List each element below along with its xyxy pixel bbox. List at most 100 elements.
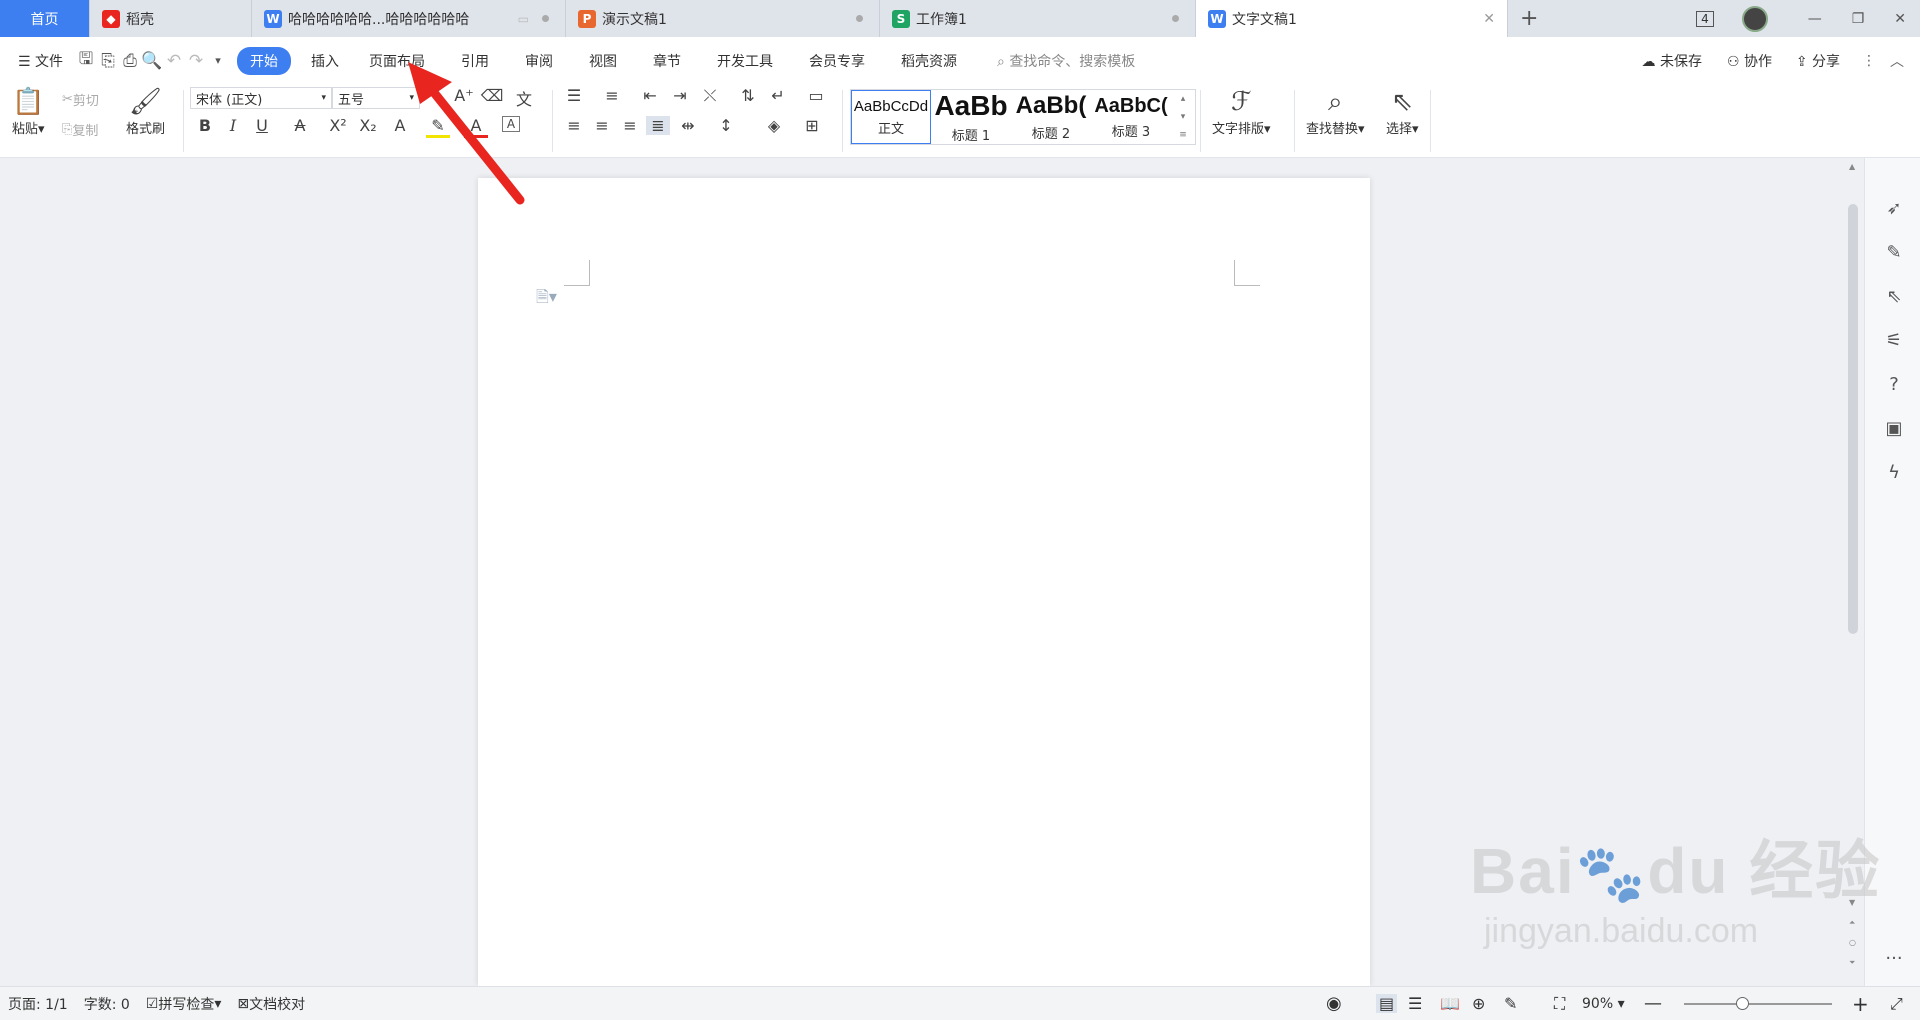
file-menu[interactable]: ☰ 文件 xyxy=(0,51,75,71)
tab-start[interactable]: 开始 xyxy=(237,46,292,75)
paragraph-layout-icon[interactable]: 🗎▾ xyxy=(536,286,557,313)
shading-icon[interactable]: ◈ xyxy=(762,116,786,135)
style-heading-2[interactable]: AaBb( 标题 2 xyxy=(1011,90,1091,144)
font-name-select[interactable]: 宋体 (正文) ▾ xyxy=(190,87,332,109)
tab-docer[interactable]: ◆ 稻壳 xyxy=(90,0,252,37)
tab-text-document[interactable]: W 文字文稿1 ✕ xyxy=(1196,0,1508,37)
bullet-list-icon[interactable]: ☰ xyxy=(562,86,586,105)
font-color-icon[interactable]: A xyxy=(464,116,488,138)
lightning-icon[interactable]: ϟ xyxy=(1883,462,1905,484)
strikethrough-icon[interactable]: A xyxy=(288,116,312,135)
pointer-icon[interactable]: ⇖ xyxy=(1883,286,1905,308)
tab-developer[interactable]: 开发工具 xyxy=(699,51,791,71)
tab-counter[interactable]: 4 xyxy=(1696,10,1714,27)
vertical-scrollbar[interactable]: ▲ ▼ ⏶ ○ ⏷ xyxy=(1846,158,1860,986)
tab-review[interactable]: 审阅 xyxy=(507,51,571,71)
tab-docer-resources[interactable]: 稻壳资源 xyxy=(883,51,975,71)
zoom-slider-handle[interactable] xyxy=(1736,997,1749,1010)
outline-view-icon[interactable]: ☰ xyxy=(1408,994,1422,1013)
chinese-layout-icon[interactable]: ⤬ xyxy=(698,86,722,106)
borders-icon[interactable]: ⊞ xyxy=(800,116,824,135)
paste-button[interactable]: 📋 粘贴▾ xyxy=(12,86,45,137)
save-icon[interactable]: 🖫 xyxy=(75,49,97,72)
tab-insert[interactable]: 插入 xyxy=(299,51,351,71)
font-size-select[interactable]: 五号 ▾ xyxy=(332,87,420,109)
word-count[interactable]: 字数: 0 xyxy=(84,994,130,1014)
increase-indent-icon[interactable]: ⇥ xyxy=(668,86,692,105)
align-left-icon[interactable]: ≡ xyxy=(562,116,586,135)
sliders-icon[interactable]: ⚟ xyxy=(1883,330,1905,352)
ruler-icon[interactable]: ▭ xyxy=(804,86,828,105)
tab-home[interactable]: 首页 xyxy=(0,0,90,37)
rocket-icon[interactable]: ➶ xyxy=(1883,198,1905,220)
char-border-icon[interactable]: A xyxy=(502,116,520,132)
more-icon[interactable]: ⋮ xyxy=(1862,53,1876,69)
zoom-out-icon[interactable]: — xyxy=(1644,993,1662,1014)
text-effect-icon[interactable]: A xyxy=(388,116,412,135)
copy-button[interactable]: ⎘ 复制 xyxy=(62,120,98,139)
bold-icon[interactable]: B xyxy=(193,116,217,135)
page-view-icon[interactable]: ▤ xyxy=(1376,994,1398,1013)
zoom-in-icon[interactable]: + xyxy=(1852,992,1869,1016)
distribute-icon[interactable]: ⇹ xyxy=(676,116,700,135)
web-view-icon[interactable]: ⊕ xyxy=(1472,994,1485,1013)
tab-spreadsheet[interactable]: S 工作簿1 xyxy=(880,0,1196,37)
redo-icon[interactable]: ↷ xyxy=(185,50,207,72)
share-button[interactable]: ⇪ 分享 xyxy=(1796,51,1840,71)
eraser-icon[interactable]: ⌫ xyxy=(480,86,504,105)
text-layout-button[interactable]: ℱ 文字排版▾ xyxy=(1212,86,1271,137)
next-page-icon[interactable]: ⏷ xyxy=(1849,958,1855,968)
close-tab-icon[interactable]: ✕ xyxy=(1483,11,1495,27)
image-settings-icon[interactable]: ▣ xyxy=(1883,418,1905,440)
customize-toolbar-icon[interactable]: ▾ xyxy=(207,50,229,72)
select-browse-icon[interactable]: ○ xyxy=(1849,938,1856,947)
style-gallery-scroll[interactable]: ▴ ▾ ≡ xyxy=(1171,90,1195,144)
tab-references[interactable]: 引用 xyxy=(443,51,507,71)
line-spacing-icon[interactable]: ↕ xyxy=(714,116,738,135)
style-heading-3[interactable]: AaBbC( 标题 3 xyxy=(1091,90,1171,144)
align-center-icon[interactable]: ≡ xyxy=(590,116,614,135)
tab-page-layout[interactable]: 页面布局 xyxy=(351,51,443,71)
highlight-icon[interactable]: ✎ xyxy=(426,116,450,138)
align-right-icon[interactable]: ≡ xyxy=(618,116,642,135)
page-indicator[interactable]: 页面: 1/1 xyxy=(8,994,68,1014)
export-pdf-icon[interactable]: ⎘ xyxy=(97,50,119,72)
grow-font-icon[interactable]: A⁺ xyxy=(452,86,476,105)
style-heading-1[interactable]: AaBb 标题 1 xyxy=(931,90,1011,144)
subscript-icon[interactable]: X₂ xyxy=(356,116,380,135)
help-icon[interactable]: ? xyxy=(1883,374,1905,396)
print-icon[interactable]: ⎙ xyxy=(119,50,141,72)
justify-icon[interactable]: ≣ xyxy=(646,116,670,135)
tab-view[interactable]: 视图 xyxy=(571,51,635,71)
expand-icon[interactable]: ⤢ xyxy=(1890,994,1903,1014)
zoom-level[interactable]: 90% ▾ xyxy=(1582,996,1625,1012)
scroll-up-icon[interactable]: ▲ xyxy=(1849,162,1855,171)
minimize-icon[interactable]: — xyxy=(1808,11,1822,27)
chevron-up-icon[interactable]: ▴ xyxy=(1181,94,1186,104)
unsaved-status[interactable]: ☁ 未保存 xyxy=(1642,51,1702,71)
show-marks-icon[interactable]: ↵ xyxy=(766,86,790,105)
restore-icon[interactable]: ❐ xyxy=(1852,11,1865,27)
scrollbar-thumb[interactable] xyxy=(1848,204,1858,634)
numbered-list-icon[interactable]: ≡ xyxy=(600,86,624,105)
format-painter-button[interactable]: 🖌 格式刷 xyxy=(126,86,165,137)
print-preview-icon[interactable]: 🔍 xyxy=(141,50,163,72)
find-replace-button[interactable]: ⌕ 查找替换▾ xyxy=(1306,86,1365,137)
new-tab-button[interactable]: + xyxy=(1508,0,1548,37)
spellcheck-toggle[interactable]: ☑ 拼写检查 ▾ xyxy=(146,994,222,1014)
expand-gallery-icon[interactable]: ≡ xyxy=(1179,130,1187,140)
close-window-icon[interactable]: ✕ xyxy=(1894,11,1906,27)
decrease-indent-icon[interactable]: ⇤ xyxy=(638,86,662,105)
zoom-slider-track[interactable] xyxy=(1684,1003,1832,1005)
collab-button[interactable]: ⚇ 协作 xyxy=(1727,51,1772,71)
scroll-down-icon[interactable]: ▼ xyxy=(1849,898,1855,907)
select-button[interactable]: ⇖ 选择▾ xyxy=(1386,86,1419,137)
style-normal[interactable]: AaBbCcDd 正文 xyxy=(851,90,931,144)
document-page[interactable]: 🗎▾ xyxy=(478,178,1370,986)
write-view-icon[interactable]: ✎ xyxy=(1504,994,1517,1013)
avatar[interactable] xyxy=(1741,5,1768,32)
tab-chapter[interactable]: 章节 xyxy=(635,51,699,71)
proofread-button[interactable]: ⊠ 文档校对 xyxy=(237,994,305,1014)
chevron-down-icon[interactable]: ▾ xyxy=(1181,112,1186,122)
sort-icon[interactable]: ⇅ xyxy=(736,86,760,105)
